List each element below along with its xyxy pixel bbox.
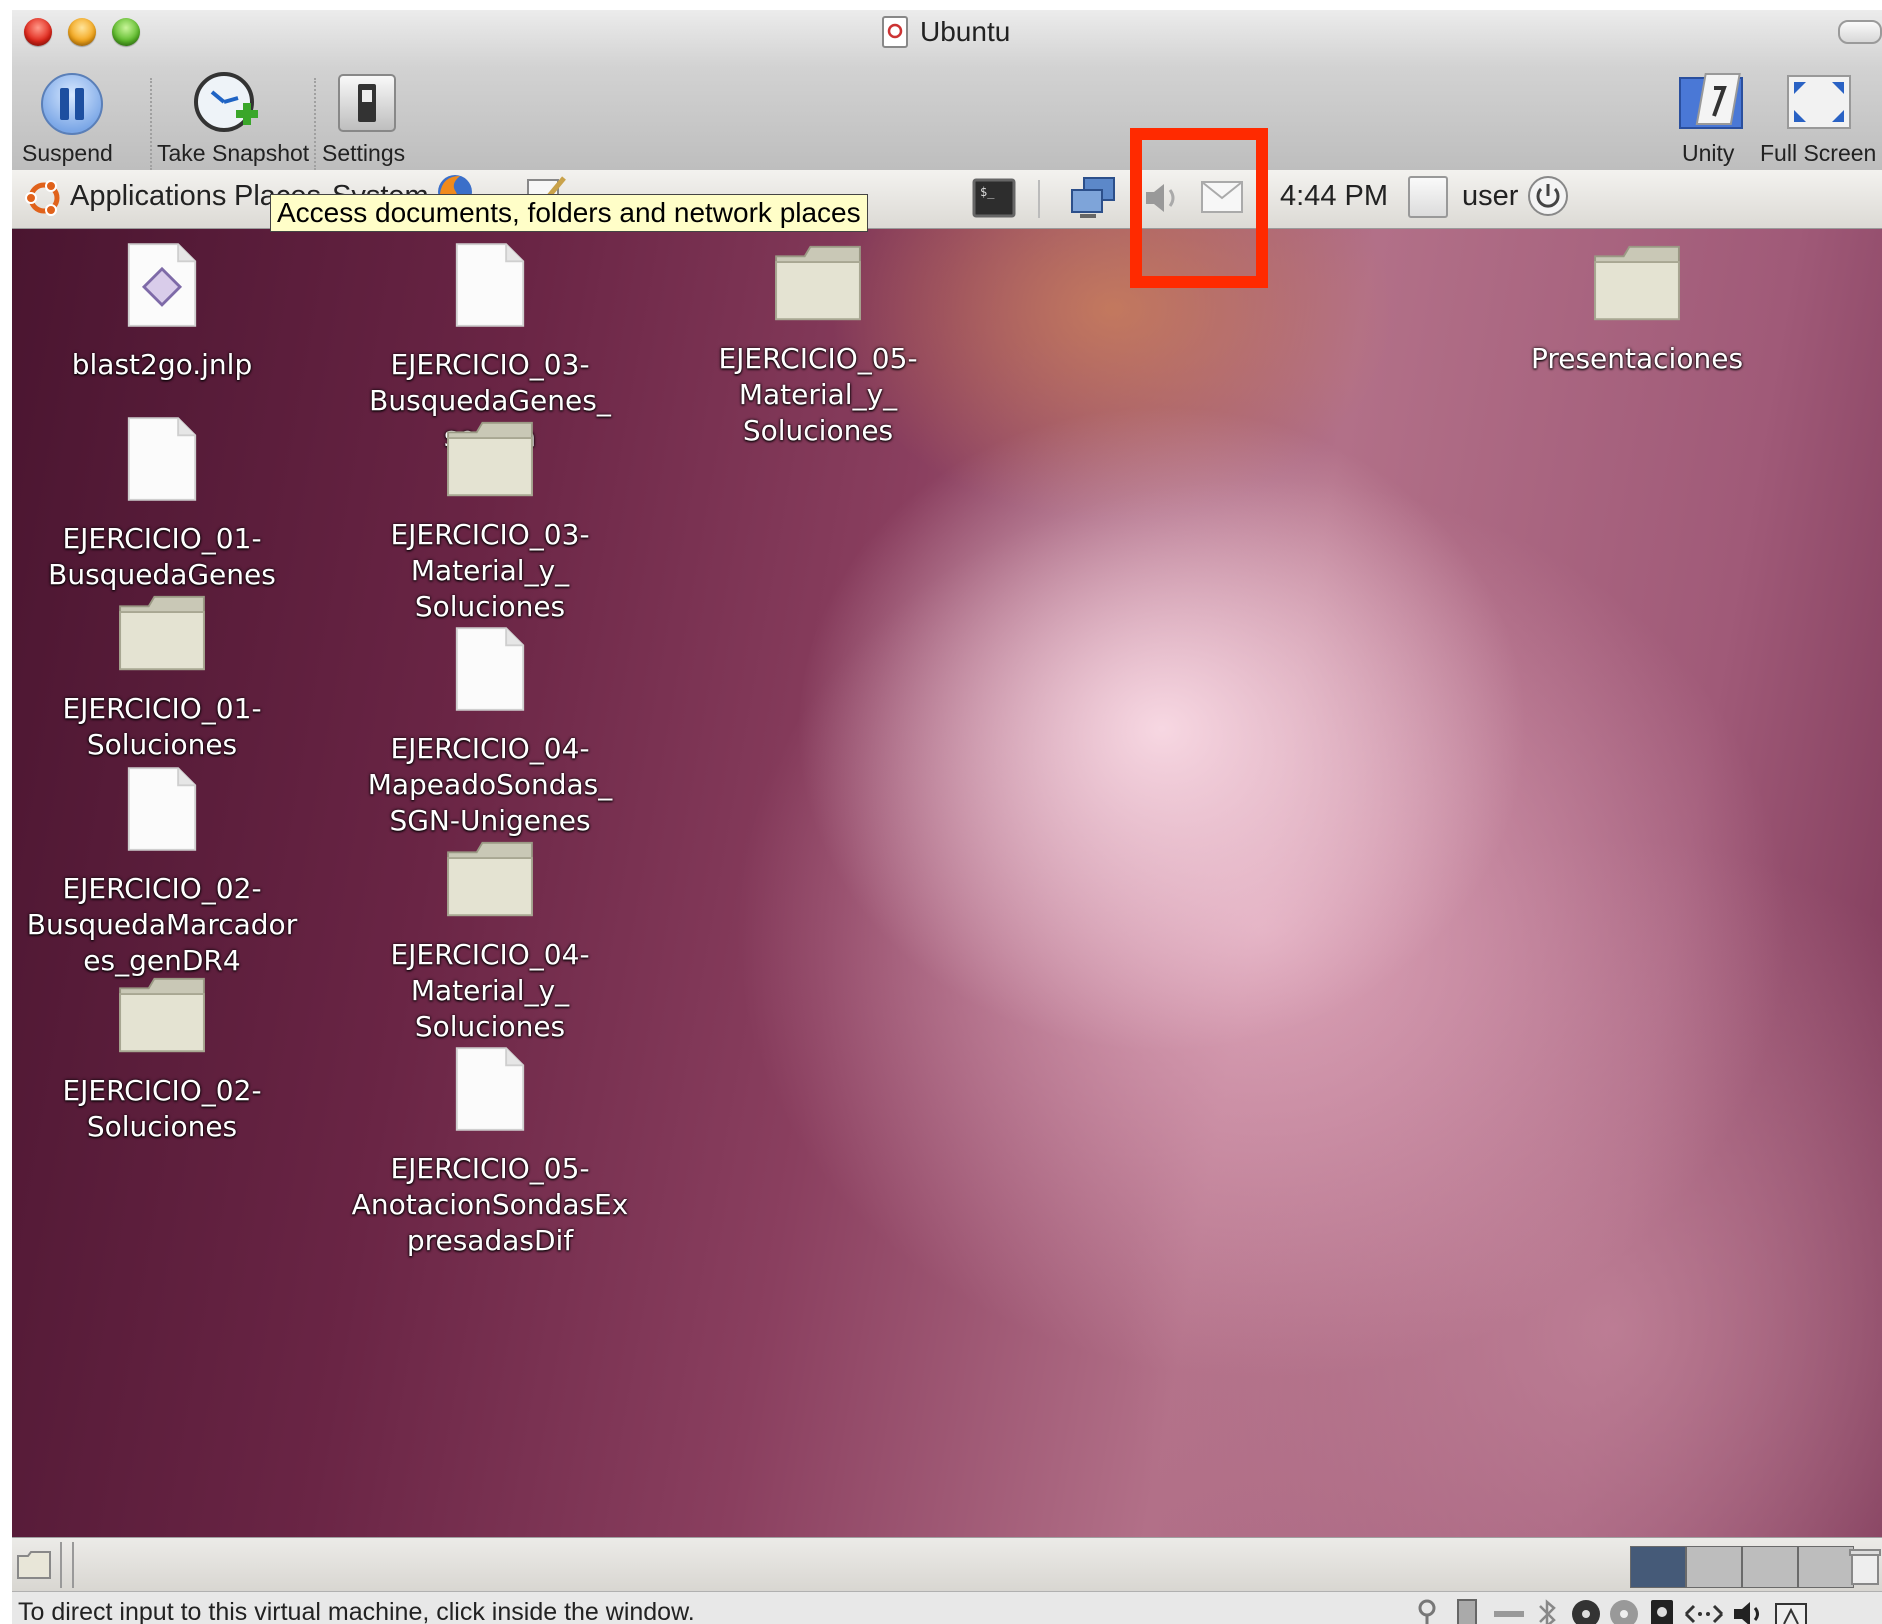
icon-label: EJERCICIO_05- Material_y_ Soluciones bbox=[718, 342, 918, 447]
dvd-icon[interactable] bbox=[1608, 1598, 1640, 1624]
location-pin-icon[interactable] bbox=[1412, 1598, 1442, 1624]
folder-icon bbox=[345, 419, 635, 503]
settings-button[interactable]: Settings bbox=[322, 68, 422, 178]
applications-menu[interactable]: Applications bbox=[70, 180, 226, 213]
desktop-icon-ejercicio-04-material[interactable]: EJERCICIO_04- Material_y_ Soluciones bbox=[345, 839, 635, 1045]
file-icon bbox=[17, 765, 307, 857]
ubuntu-logo-icon bbox=[24, 178, 64, 222]
desktop-icon-ejercicio-05-anotacionsondas[interactable]: EJERCICIO_05- AnotacionSondasEx presadas… bbox=[345, 1045, 635, 1259]
workspace-switcher[interactable] bbox=[1616, 1538, 1856, 1592]
panel-handle bbox=[60, 1542, 74, 1588]
settings-switch-icon bbox=[336, 72, 398, 138]
zoom-button[interactable] bbox=[112, 18, 140, 46]
highlight-annotation bbox=[1130, 128, 1268, 288]
cd-icon[interactable] bbox=[1570, 1598, 1602, 1624]
toolbar-separator bbox=[314, 78, 316, 170]
user-menu[interactable]: user bbox=[1462, 180, 1518, 213]
network-icon[interactable] bbox=[1070, 174, 1118, 224]
vm-status-bar: To direct input to this virtual machine,… bbox=[12, 1591, 1882, 1624]
folder-icon bbox=[1492, 243, 1782, 327]
terminal-icon[interactable]: $_ bbox=[972, 178, 1016, 222]
desktop-icon-blast2go[interactable]: blast2go.jnlp bbox=[17, 241, 307, 383]
bluetooth-icon[interactable] bbox=[1534, 1598, 1560, 1624]
status-message: To direct input to this virtual machine,… bbox=[18, 1598, 695, 1624]
network-adapter-icon[interactable] bbox=[1492, 1598, 1526, 1624]
full-screen-icon bbox=[1786, 74, 1852, 134]
show-desktop-icon[interactable] bbox=[16, 1550, 52, 1584]
toolbar-separator bbox=[150, 78, 152, 170]
window-title: Ubuntu bbox=[920, 16, 1011, 47]
desktop-icon-ejercicio-01-busquedagenes[interactable]: EJERCICIO_01- BusquedaGenes bbox=[17, 415, 307, 593]
user-avatar[interactable] bbox=[1408, 176, 1448, 218]
folder-icon bbox=[17, 593, 307, 677]
snapshot-clock-icon bbox=[192, 70, 262, 142]
network-arrows-icon[interactable] bbox=[1684, 1600, 1724, 1624]
file-icon bbox=[345, 241, 635, 333]
usb-icon[interactable] bbox=[1452, 1598, 1482, 1624]
full-screen-label: Full Screen bbox=[1760, 140, 1877, 166]
workspace-1[interactable] bbox=[1630, 1546, 1686, 1588]
sound-icon[interactable] bbox=[1732, 1598, 1766, 1624]
file-icon bbox=[345, 625, 635, 717]
suspend-button[interactable]: Suspend bbox=[22, 68, 132, 178]
toolbar-toggle-button[interactable] bbox=[1838, 20, 1882, 44]
desktop-icon-ejercicio-05-material[interactable]: EJERCICIO_05- Material_y_ Soluciones bbox=[673, 243, 963, 449]
unity-button[interactable]: Unity bbox=[1670, 68, 1750, 178]
workspace-2[interactable] bbox=[1686, 1546, 1742, 1588]
file-icon bbox=[345, 1045, 635, 1137]
folder-icon bbox=[673, 243, 963, 327]
unity-icon bbox=[1678, 72, 1744, 136]
vm-toolbar: Suspend Take Snapshot Settings Unity Ful… bbox=[12, 68, 1882, 181]
desktop-icon-ejercicio-02-busquedamarcadores[interactable]: EJERCICIO_02- BusquedaMarcador es_genDR4 bbox=[17, 765, 307, 979]
folder-icon bbox=[345, 839, 635, 923]
icon-label: EJERCICIO_03- Material_y_ Soluciones bbox=[390, 518, 590, 623]
svg-text:$_: $_ bbox=[980, 185, 995, 199]
desktop-icon-presentaciones[interactable]: Presentaciones bbox=[1492, 243, 1782, 377]
document-icon bbox=[882, 16, 908, 52]
icon-label: EJERCICIO_04- MapeadoSondas_ SGN-Unigene… bbox=[367, 732, 613, 837]
folder-icon bbox=[17, 975, 307, 1059]
icon-label: EJERCICIO_01- Soluciones bbox=[62, 692, 262, 761]
take-snapshot-button[interactable]: Take Snapshot bbox=[157, 68, 310, 178]
clock[interactable]: 4:44 PM bbox=[1280, 180, 1388, 213]
vm-window: Ubuntu Suspend Take Snapshot Settings Un… bbox=[12, 10, 1882, 1624]
icon-label: blast2go.jnlp bbox=[71, 348, 253, 381]
desktop-icon-ejercicio-02-soluciones[interactable]: EJERCICIO_02- Soluciones bbox=[17, 975, 307, 1145]
icon-label: EJERCICIO_04- Material_y_ Soluciones bbox=[390, 938, 590, 1043]
shared-folder-icon[interactable] bbox=[1774, 1598, 1808, 1624]
settings-label: Settings bbox=[322, 140, 406, 166]
places-tooltip: Access documents, folders and network pl… bbox=[270, 194, 868, 232]
desktop-icon-ejercicio-01-soluciones[interactable]: EJERCICIO_01- Soluciones bbox=[17, 593, 307, 763]
icon-label: EJERCICIO_01- BusquedaGenes bbox=[48, 522, 276, 591]
gnome-bottom-panel bbox=[12, 1537, 1882, 1592]
workspace-4[interactable] bbox=[1798, 1546, 1854, 1588]
icon-label: EJERCICIO_02- BusquedaMarcador es_genDR4 bbox=[26, 872, 298, 977]
power-icon[interactable] bbox=[1526, 174, 1570, 222]
desktop-icon-ejercicio-03-material[interactable]: EJERCICIO_03- Material_y_ Soluciones bbox=[345, 419, 635, 625]
desktop: blast2go.jnlp EJERCICIO_01- BusquedaGene… bbox=[12, 229, 1882, 1537]
hard-disk-icon[interactable] bbox=[1648, 1598, 1676, 1624]
pause-icon bbox=[40, 72, 104, 140]
icon-label: Presentaciones bbox=[1530, 342, 1744, 375]
icon-label: EJERCICIO_05- AnotacionSondasEx presadas… bbox=[351, 1152, 629, 1257]
suspend-label: Suspend bbox=[22, 140, 113, 166]
panel-separator bbox=[1038, 180, 1040, 218]
jnlp-file-icon bbox=[17, 241, 307, 333]
icon-label: EJERCICIO_02- Soluciones bbox=[62, 1074, 262, 1143]
trash-icon[interactable] bbox=[1848, 1546, 1882, 1590]
close-button[interactable] bbox=[24, 18, 52, 46]
title-bar: Ubuntu bbox=[12, 10, 1882, 68]
file-icon bbox=[17, 415, 307, 507]
device-icons bbox=[1412, 1596, 1878, 1624]
workspace-3[interactable] bbox=[1742, 1546, 1798, 1588]
take-snapshot-label: Take Snapshot bbox=[157, 140, 310, 166]
minimize-button[interactable] bbox=[68, 18, 96, 46]
unity-label: Unity bbox=[1682, 140, 1735, 166]
full-screen-button[interactable]: Full Screen bbox=[1752, 68, 1877, 178]
desktop-icon-ejercicio-04-mapeadosondas[interactable]: EJERCICIO_04- MapeadoSondas_ SGN-Unigene… bbox=[345, 625, 635, 839]
